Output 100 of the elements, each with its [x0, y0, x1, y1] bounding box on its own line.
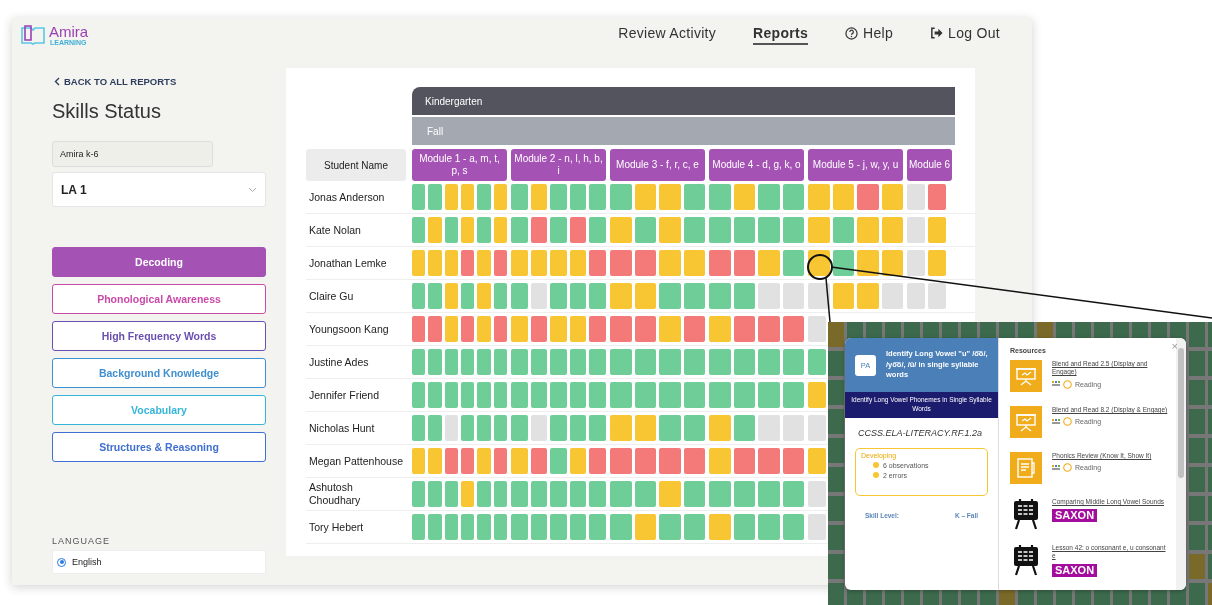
- skill-cell[interactable]: [444, 514, 458, 540]
- skill-cell[interactable]: [782, 283, 804, 309]
- skill-cell[interactable]: [808, 514, 826, 540]
- skill-cell[interactable]: [782, 382, 804, 408]
- skill-cell[interactable]: [610, 250, 632, 276]
- skill-cell[interactable]: [477, 184, 491, 210]
- skill-cell[interactable]: [461, 349, 475, 375]
- skill-cell[interactable]: [550, 415, 567, 441]
- skill-cell[interactable]: [428, 382, 442, 408]
- skill-cell[interactable]: [477, 448, 491, 474]
- skill-cell[interactable]: [709, 514, 731, 540]
- skill-cell[interactable]: [634, 448, 656, 474]
- back-link[interactable]: BACK TO ALL REPORTS: [54, 76, 266, 87]
- skill-cell[interactable]: [444, 316, 458, 342]
- skill-cell[interactable]: [782, 481, 804, 507]
- skill-cell[interactable]: [610, 217, 632, 243]
- skill-cell[interactable]: [907, 184, 925, 210]
- skill-cell[interactable]: [493, 514, 507, 540]
- skill-cell[interactable]: [550, 250, 567, 276]
- skill-cell[interactable]: [444, 184, 458, 210]
- skill-cell[interactable]: [530, 382, 548, 408]
- skill-cell[interactable]: [444, 283, 458, 309]
- skill-cell[interactable]: [758, 316, 780, 342]
- nav-link[interactable]: Reports: [753, 25, 809, 45]
- skill-cell[interactable]: [733, 283, 755, 309]
- skill-cell[interactable]: [477, 250, 491, 276]
- skill-cell[interactable]: [444, 250, 458, 276]
- skill-cell[interactable]: [589, 382, 606, 408]
- skill-cell[interactable]: [758, 481, 780, 507]
- skill-cell[interactable]: [511, 382, 528, 408]
- skill-cell[interactable]: [683, 349, 705, 375]
- skill-cell[interactable]: [550, 481, 567, 507]
- skill-cell[interactable]: [659, 349, 681, 375]
- skill-cell[interactable]: [569, 316, 587, 342]
- skill-cell[interactable]: [461, 481, 475, 507]
- skill-cell[interactable]: [550, 382, 567, 408]
- skill-cell[interactable]: [634, 250, 656, 276]
- skill-cell[interactable]: [659, 283, 681, 309]
- skill-cell[interactable]: [733, 349, 755, 375]
- skill-cell[interactable]: [832, 184, 854, 210]
- skill-cell[interactable]: [857, 184, 879, 210]
- skill-cell[interactable]: [758, 415, 780, 441]
- skill-cell[interactable]: [634, 283, 656, 309]
- skill-cell[interactable]: [589, 184, 606, 210]
- skill-cell[interactable]: [493, 382, 507, 408]
- skill-cell[interactable]: [928, 250, 946, 276]
- skill-cell[interactable]: [610, 349, 632, 375]
- skill-cell[interactable]: [428, 283, 442, 309]
- skill-cell[interactable]: [444, 349, 458, 375]
- skill-cell[interactable]: [907, 217, 925, 243]
- skill-cell[interactable]: [733, 415, 755, 441]
- skill-cell[interactable]: [683, 382, 705, 408]
- skill-cell[interactable]: [782, 184, 804, 210]
- skill-cell[interactable]: [782, 349, 804, 375]
- skill-cell[interactable]: [659, 382, 681, 408]
- skill-cell[interactable]: [493, 283, 507, 309]
- skill-button[interactable]: Decoding: [52, 247, 266, 277]
- skill-cell[interactable]: [659, 217, 681, 243]
- skill-cell[interactable]: [610, 382, 632, 408]
- skill-cell[interactable]: [881, 283, 903, 309]
- skill-button[interactable]: Background Knowledge: [52, 358, 266, 388]
- skill-cell[interactable]: [477, 481, 491, 507]
- skill-cell[interactable]: [428, 250, 442, 276]
- skill-cell[interactable]: [412, 316, 426, 342]
- skill-cell[interactable]: [634, 184, 656, 210]
- skill-cell[interactable]: [589, 349, 606, 375]
- skill-cell[interactable]: [610, 184, 632, 210]
- skill-cell[interactable]: [758, 250, 780, 276]
- skill-cell[interactable]: [511, 349, 528, 375]
- skill-cell[interactable]: [412, 382, 426, 408]
- skill-cell[interactable]: [610, 481, 632, 507]
- skill-cell[interactable]: [511, 316, 528, 342]
- skill-cell[interactable]: [444, 448, 458, 474]
- skill-cell[interactable]: [907, 283, 925, 309]
- skill-cell[interactable]: [683, 283, 705, 309]
- skill-cell[interactable]: [412, 349, 426, 375]
- skill-cell[interactable]: [733, 316, 755, 342]
- skill-cell[interactable]: [808, 184, 830, 210]
- skill-cell[interactable]: [881, 250, 903, 276]
- skill-cell[interactable]: [477, 349, 491, 375]
- skill-cell[interactable]: [683, 184, 705, 210]
- skill-cell[interactable]: [782, 514, 804, 540]
- skill-cell[interactable]: [709, 184, 731, 210]
- skill-cell[interactable]: [733, 250, 755, 276]
- skill-cell[interactable]: [733, 514, 755, 540]
- skill-cell[interactable]: [832, 217, 854, 243]
- skill-cell[interactable]: [530, 448, 548, 474]
- skill-cell[interactable]: [610, 316, 632, 342]
- skill-cell[interactable]: [733, 217, 755, 243]
- skill-cell[interactable]: [493, 217, 507, 243]
- program-field[interactable]: Amira k-6: [52, 141, 213, 167]
- skill-cell[interactable]: [733, 382, 755, 408]
- skill-cell[interactable]: [511, 481, 528, 507]
- skill-cell[interactable]: [477, 283, 491, 309]
- skill-cell[interactable]: [530, 250, 548, 276]
- language-radio[interactable]: English: [57, 557, 102, 567]
- skill-cell[interactable]: [832, 250, 854, 276]
- skill-cell[interactable]: [709, 415, 731, 441]
- skill-cell[interactable]: [589, 448, 606, 474]
- skill-cell[interactable]: [428, 316, 442, 342]
